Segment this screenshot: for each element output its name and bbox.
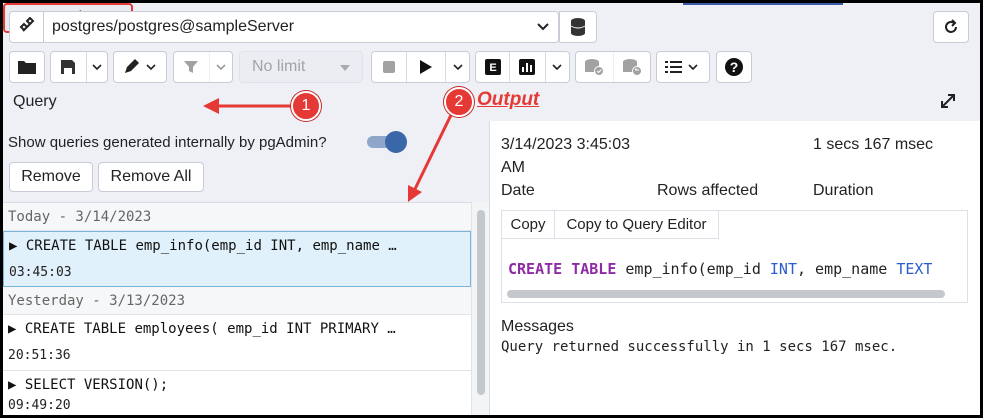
- annotation-badge-1: 1: [291, 91, 321, 121]
- pgadmin-query-tool: postgres/postgres@sampleServer No limit …: [3, 3, 980, 415]
- annotation-badge-2: 2: [444, 87, 474, 117]
- annotation-output-label: Output: [477, 89, 540, 110]
- annotation-arrows: [203, 98, 453, 202]
